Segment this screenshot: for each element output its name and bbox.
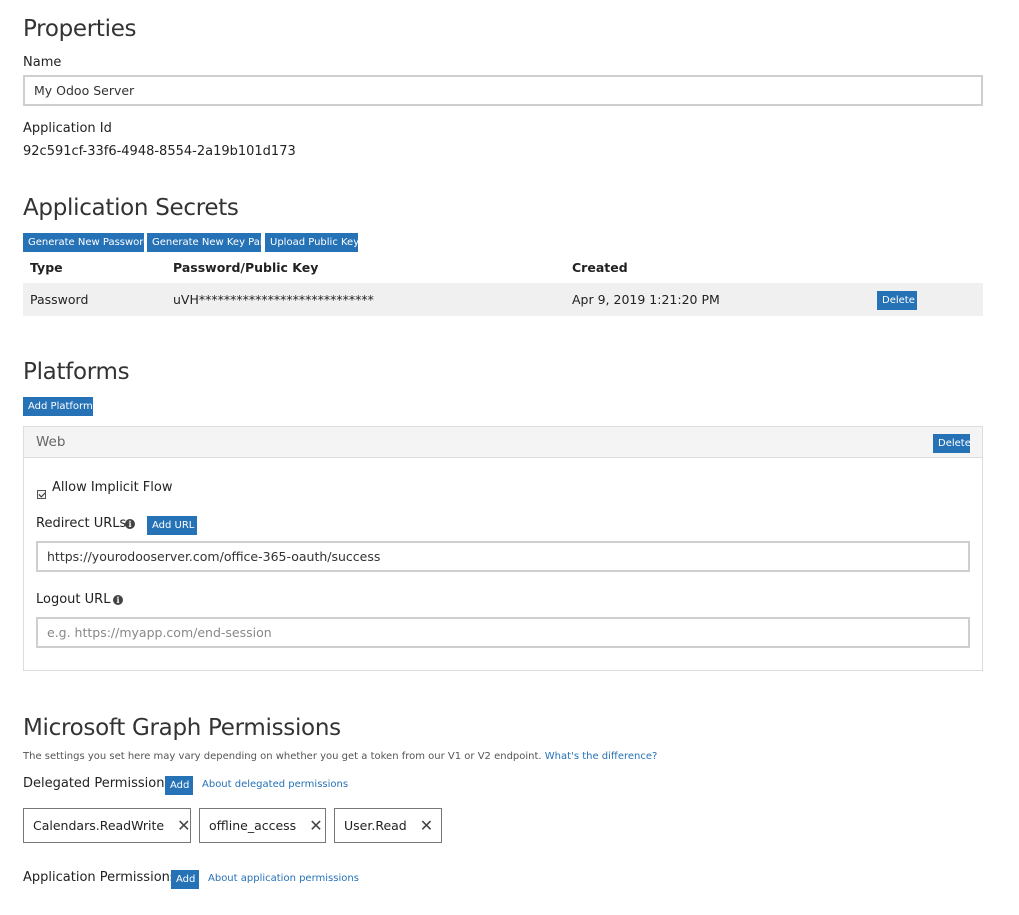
add-application-permission-button[interactable]: Add — [171, 870, 199, 889]
permission-chip: User.Read ✕ — [334, 808, 442, 843]
info-icon: i — [113, 595, 123, 605]
column-header-created: Created — [572, 260, 628, 275]
properties-heading: Properties — [23, 16, 137, 42]
column-header-key: Password/Public Key — [173, 260, 319, 275]
permission-chip: offline_access ✕ — [199, 808, 326, 843]
add-delegated-permission-button[interactable]: Add — [165, 776, 193, 795]
permission-chip: Calendars.ReadWrite ✕ — [23, 808, 191, 843]
logout-url-input[interactable] — [36, 617, 970, 648]
graph-permissions-note: The settings you set here may vary depen… — [23, 751, 657, 762]
application-id-value: 92c591cf-33f6-4948-8554-2a19b101d173 — [23, 144, 296, 159]
generate-new-key-pair-button[interactable]: Generate New Key Pair — [147, 233, 267, 252]
column-header-type: Type — [30, 260, 63, 275]
close-icon[interactable]: ✕ — [309, 817, 322, 834]
permission-chip-label: offline_access — [209, 818, 297, 833]
whats-the-difference-link[interactable]: What's the difference? — [545, 751, 658, 762]
delete-secret-button[interactable]: Delete — [877, 291, 917, 310]
info-icon: i — [125, 519, 135, 529]
secret-key: uVH**************************** — [173, 292, 374, 307]
permission-chip-label: User.Read — [344, 818, 407, 833]
name-input[interactable] — [23, 75, 983, 106]
name-label: Name — [23, 55, 62, 70]
about-delegated-permissions-link[interactable]: About delegated permissions — [202, 779, 348, 790]
secret-created: Apr 9, 2019 1:21:20 PM — [572, 292, 720, 307]
application-permissions-label: Application Permissions — [23, 870, 177, 885]
application-secrets-heading: Application Secrets — [23, 195, 239, 221]
web-platform-title: Web — [36, 434, 66, 450]
redirect-url-input[interactable] — [36, 541, 970, 572]
close-icon[interactable]: ✕ — [420, 817, 433, 834]
secret-type: Password — [30, 292, 89, 307]
generate-new-password-button[interactable]: Generate New Password — [23, 233, 150, 252]
delete-platform-button[interactable]: Delete — [933, 434, 971, 453]
allow-implicit-flow-label: Allow Implicit Flow — [52, 480, 173, 495]
redirect-urls-label: Redirect URLs — [36, 516, 127, 531]
close-icon[interactable]: ✕ — [177, 817, 190, 834]
add-url-button[interactable]: Add URL — [147, 516, 197, 535]
add-platform-button[interactable]: Add Platform — [23, 397, 93, 416]
application-id-label: Application Id — [23, 121, 112, 136]
delegated-permissions-label: Delegated Permissions — [23, 776, 172, 791]
table-row: Password uVH****************************… — [23, 283, 983, 316]
about-application-permissions-link[interactable]: About application permissions — [208, 873, 359, 884]
graph-note-text: The settings you set here may vary depen… — [23, 751, 542, 762]
allow-implicit-flow-checkbox[interactable] — [37, 490, 46, 499]
upload-public-key-button[interactable]: Upload Public Key — [265, 233, 359, 252]
graph-permissions-heading: Microsoft Graph Permissions — [23, 715, 341, 741]
permission-chip-label: Calendars.ReadWrite — [33, 818, 165, 833]
web-platform-header: Web Delete — [24, 427, 982, 458]
web-platform-panel: Web Delete Allow Implicit Flow Redirect … — [23, 426, 983, 671]
platforms-heading: Platforms — [23, 359, 130, 385]
logout-url-label: Logout URL — [36, 592, 111, 607]
